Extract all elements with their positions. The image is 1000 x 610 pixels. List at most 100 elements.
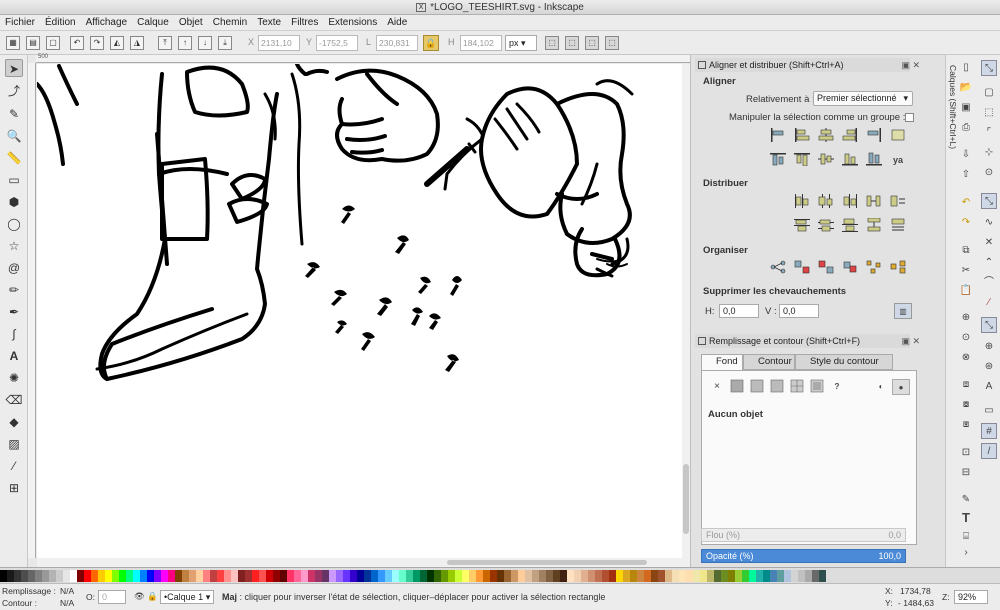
palette-swatch[interactable] bbox=[350, 570, 357, 582]
palette-swatch[interactable] bbox=[105, 570, 112, 582]
save-icon[interactable]: ▣ bbox=[958, 100, 974, 116]
palette-swatch[interactable] bbox=[567, 570, 574, 582]
snap-page-icon[interactable]: ▭ bbox=[981, 403, 997, 419]
palette-swatch[interactable] bbox=[231, 570, 238, 582]
palette-swatch[interactable] bbox=[532, 570, 539, 582]
text-font-icon[interactable]: T bbox=[958, 510, 974, 526]
palette-swatch[interactable] bbox=[308, 570, 315, 582]
palette-swatch[interactable] bbox=[756, 570, 763, 582]
snap-midpoint-icon[interactable]: ⁄ bbox=[981, 295, 997, 311]
palette-swatch[interactable] bbox=[560, 570, 567, 582]
menu-affichage[interactable]: Affichage bbox=[81, 15, 133, 31]
unclump-icon[interactable] bbox=[889, 260, 907, 276]
palette-swatch[interactable] bbox=[525, 570, 532, 582]
zoom-field[interactable]: 92% bbox=[954, 590, 988, 604]
snap-smooth-icon[interactable]: ⌒ bbox=[981, 275, 997, 291]
palette-swatch[interactable] bbox=[595, 570, 602, 582]
select-all-icon[interactable]: ▦ bbox=[6, 36, 20, 50]
layers-tab[interactable]: Calques (Shift+Ctrl+L) bbox=[946, 65, 958, 165]
align-bottom-icon[interactable] bbox=[841, 152, 859, 168]
dropper-tool-icon[interactable]: ⁄ bbox=[5, 457, 23, 475]
palette-swatch[interactable] bbox=[637, 570, 644, 582]
measure-tool-icon[interactable]: 📏 bbox=[5, 149, 23, 167]
align-left-icon[interactable] bbox=[793, 128, 811, 144]
snap-cusp-icon[interactable]: ⌃ bbox=[981, 255, 997, 271]
palette-swatch[interactable] bbox=[672, 570, 679, 582]
palette-swatch[interactable] bbox=[791, 570, 798, 582]
palette-swatch[interactable] bbox=[609, 570, 616, 582]
zoom-drawing-icon[interactable]: ⊙ bbox=[958, 330, 974, 346]
vertical-scrollbar[interactable] bbox=[682, 64, 690, 558]
lower-icon[interactable]: ↓ bbox=[198, 36, 212, 50]
fill-stroke-icon[interactable]: ✎ bbox=[958, 492, 974, 508]
snap-others-icon[interactable]: ⤡ bbox=[981, 317, 997, 333]
menu-chemin[interactable]: Chemin bbox=[208, 15, 252, 31]
fill-rule-nonzero-icon[interactable]: ● bbox=[892, 379, 910, 395]
no-paint-icon[interactable]: × bbox=[708, 379, 726, 395]
palette-swatch[interactable] bbox=[140, 570, 147, 582]
layer-lock-icon[interactable]: 🔒 bbox=[147, 591, 158, 602]
drawing-canvas[interactable] bbox=[37, 64, 682, 558]
palette-swatch[interactable] bbox=[511, 570, 518, 582]
palette-swatch[interactable] bbox=[63, 570, 70, 582]
align-top-to-bottom-icon[interactable] bbox=[865, 152, 883, 168]
exchange-positions-2-icon[interactable] bbox=[817, 260, 835, 276]
snap-bbox-corner-icon[interactable]: ⌜ bbox=[981, 125, 997, 141]
layer-visibility-icon[interactable]: 👁 bbox=[134, 591, 145, 602]
flip-horizontal-icon[interactable]: ◭ bbox=[110, 36, 124, 50]
move-gradients-icon[interactable]: ⬚ bbox=[585, 36, 599, 50]
fill-stroke-panel-header[interactable]: Remplissage et contour (Shift+Ctrl+F) ▣ … bbox=[695, 334, 920, 348]
ellipse-tool-icon[interactable]: ◯ bbox=[5, 215, 23, 233]
palette-swatch[interactable] bbox=[651, 570, 658, 582]
palette-swatch[interactable] bbox=[413, 570, 420, 582]
palette-swatch[interactable] bbox=[287, 570, 294, 582]
tab-contour[interactable]: Contour bbox=[743, 354, 795, 370]
raise-icon[interactable]: ↑ bbox=[178, 36, 192, 50]
palette-swatch[interactable] bbox=[686, 570, 693, 582]
undo-icon[interactable]: ↶ bbox=[958, 195, 974, 211]
palette-swatch[interactable] bbox=[420, 570, 427, 582]
snap-intersection-icon[interactable]: ✕ bbox=[981, 235, 997, 251]
opacity-status-field[interactable]: 0 bbox=[98, 590, 126, 604]
align-panel-header[interactable]: Aligner et distribuer (Shift+Ctrl+A) ▣ ✕ bbox=[695, 58, 920, 72]
palette-swatch[interactable] bbox=[70, 570, 77, 582]
snap-rotation-icon[interactable]: ⊛ bbox=[981, 359, 997, 375]
palette-swatch[interactable] bbox=[630, 570, 637, 582]
lock-ratio-icon[interactable]: 🔒 bbox=[423, 35, 439, 51]
palette-swatch[interactable] bbox=[322, 570, 329, 582]
scale-stroke-icon[interactable]: ⬚ bbox=[545, 36, 559, 50]
fill-rule-evenodd-icon[interactable]: ◐ bbox=[872, 379, 890, 395]
palette-swatch[interactable] bbox=[329, 570, 336, 582]
panel-header-buttons[interactable]: ▣ ✕ bbox=[901, 58, 920, 72]
palette-swatch[interactable] bbox=[378, 570, 385, 582]
palette-swatch[interactable] bbox=[294, 570, 301, 582]
snap-bbox-icon[interactable]: ▢ bbox=[981, 85, 997, 101]
palette-swatch[interactable] bbox=[805, 570, 812, 582]
align-right-icon[interactable] bbox=[841, 128, 859, 144]
palette-swatch[interactable] bbox=[721, 570, 728, 582]
menu-calque[interactable]: Calque bbox=[132, 15, 174, 31]
palette-swatch[interactable] bbox=[574, 570, 581, 582]
palette-swatch[interactable] bbox=[84, 570, 91, 582]
palette-swatch[interactable] bbox=[224, 570, 231, 582]
palette-swatch[interactable] bbox=[119, 570, 126, 582]
snap-bbox-center-icon[interactable]: ⊙ bbox=[981, 165, 997, 181]
pen-tool-icon[interactable]: ✒ bbox=[5, 303, 23, 321]
palette-swatch[interactable] bbox=[154, 570, 161, 582]
tweak-tool-icon[interactable]: ✎ bbox=[5, 105, 23, 123]
connector-tool-icon[interactable]: ⊞ bbox=[5, 479, 23, 497]
palette-swatch[interactable] bbox=[798, 570, 805, 582]
menu-fichier[interactable]: Fichier bbox=[0, 15, 40, 31]
palette-swatch[interactable] bbox=[98, 570, 105, 582]
scale-corners-icon[interactable]: ⬚ bbox=[565, 36, 579, 50]
flat-color-icon[interactable] bbox=[728, 379, 746, 395]
palette-swatch[interactable] bbox=[126, 570, 133, 582]
paint-bucket-tool-icon[interactable]: ◆ bbox=[5, 413, 23, 431]
palette-swatch[interactable] bbox=[749, 570, 756, 582]
unset-paint-icon[interactable]: ? bbox=[828, 379, 846, 395]
xml-editor-icon[interactable]: ⌸ bbox=[958, 529, 974, 545]
palette-swatch[interactable] bbox=[707, 570, 714, 582]
horizontal-scroll-thumb[interactable] bbox=[447, 560, 647, 565]
palette-swatch[interactable] bbox=[700, 570, 707, 582]
palette-swatch[interactable] bbox=[539, 570, 546, 582]
